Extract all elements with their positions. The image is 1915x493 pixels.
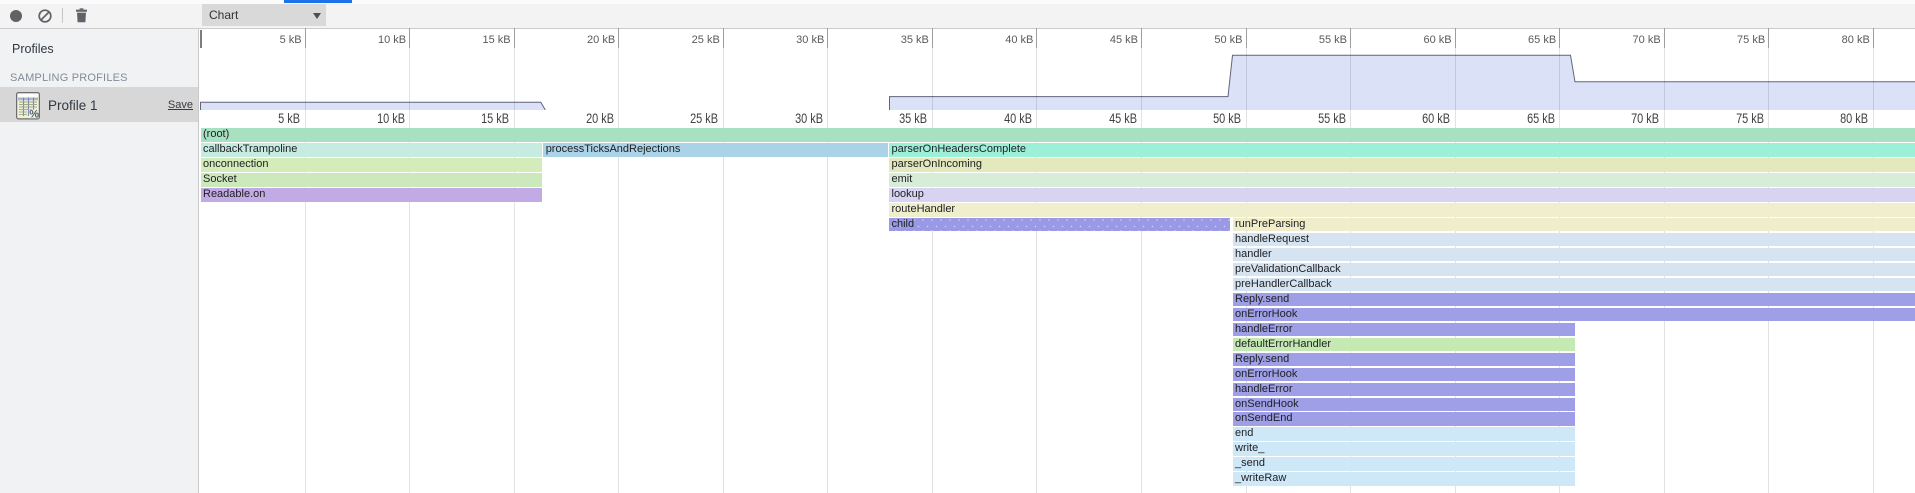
svg-text:%: % xyxy=(29,108,39,120)
